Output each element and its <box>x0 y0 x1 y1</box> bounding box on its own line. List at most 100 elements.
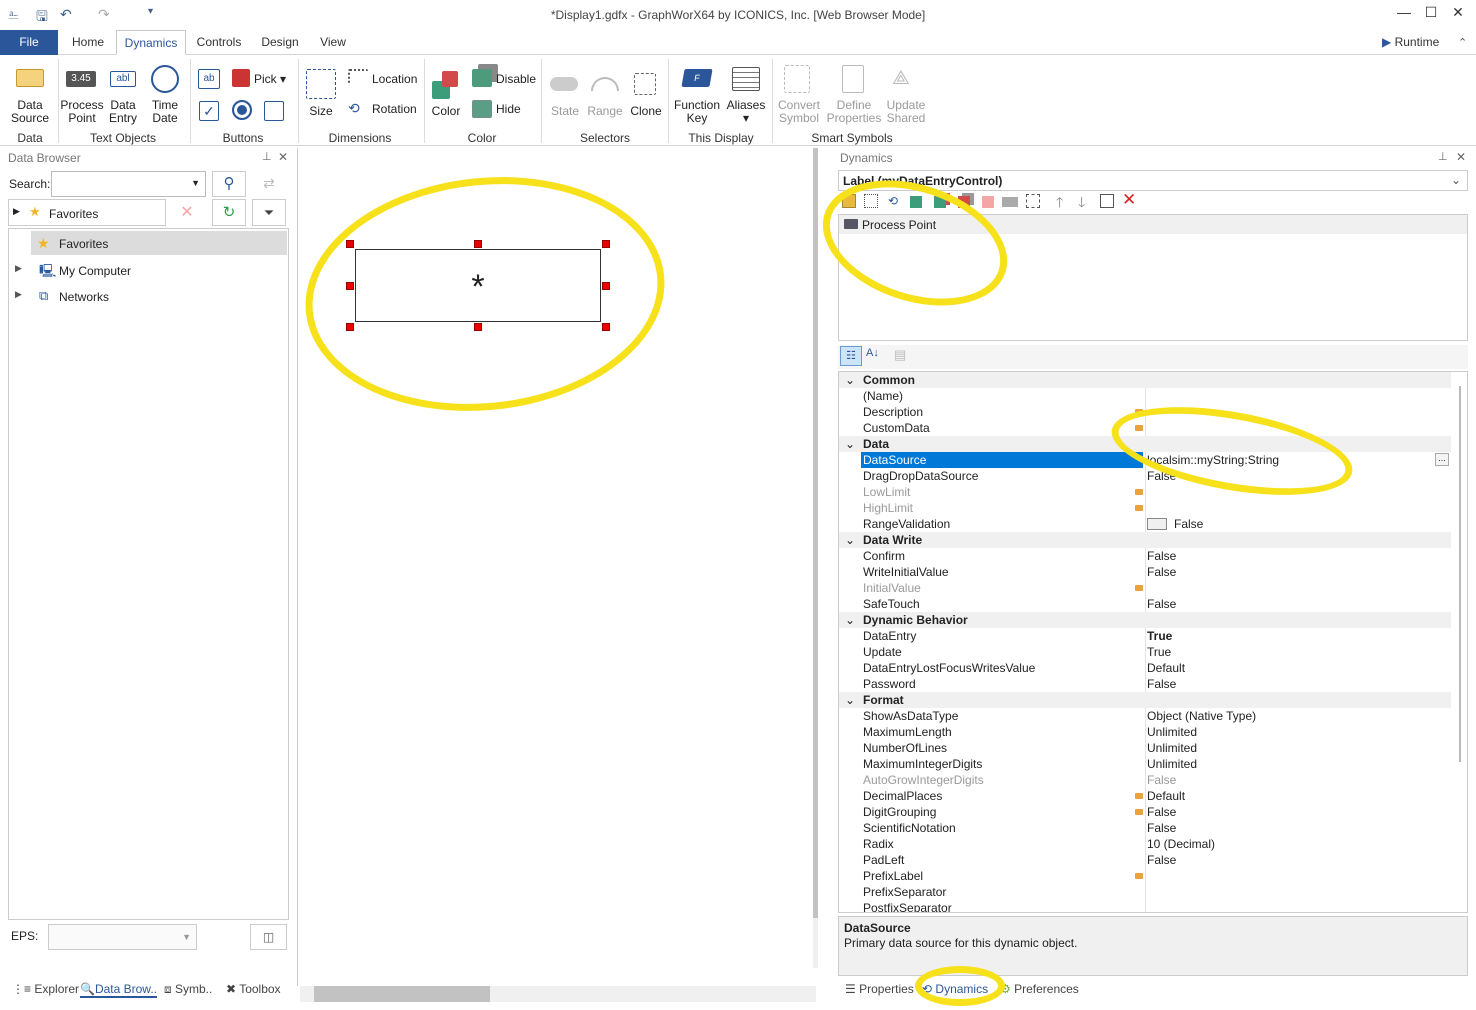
property-value[interactable]: True <box>1147 644 1171 660</box>
expand-icon[interactable]: ▶ <box>15 263 22 274</box>
collapse-icon[interactable]: ⌄ <box>845 532 855 548</box>
property-value[interactable]: Unlimited <box>1147 724 1197 740</box>
tab-design[interactable]: Design <box>254 30 306 55</box>
filter-icon[interactable]: ⏷ <box>252 199 286 226</box>
property-value[interactable]: Unlimited <box>1147 740 1197 756</box>
property-row[interactable]: AutoGrowIntegerDigits False <box>839 772 1451 788</box>
function-key-button[interactable]: Function Key <box>674 99 720 125</box>
tree-item-networks[interactable]: ▶ ⧉ Networks <box>13 285 283 307</box>
property-row[interactable]: HighLimit <box>839 500 1451 516</box>
property-row[interactable]: DataEntryLostFocusWritesValue Default <box>839 660 1451 676</box>
pin-icon[interactable]: ⊥ <box>1438 150 1448 163</box>
sync-icon[interactable]: ⇄ <box>252 171 286 197</box>
collapse-ribbon-icon[interactable]: ⌃ <box>1458 36 1467 49</box>
rotation-button[interactable]: Rotation <box>372 103 418 116</box>
data-source-button[interactable]: Data Source <box>6 99 54 125</box>
define-properties-button[interactable]: Define Properties <box>826 99 882 125</box>
property-row[interactable]: Confirm False <box>839 548 1451 564</box>
property-category[interactable]: ⌄ Common <box>839 372 1451 388</box>
property-value[interactable]: False <box>1147 548 1176 564</box>
property-row[interactable]: InitialValue <box>839 580 1451 596</box>
dynamic-marker-icon[interactable] <box>1135 793 1143 799</box>
move-up-icon[interactable]: 🡑 <box>1056 192 1063 216</box>
property-grid-scrollbar[interactable] <box>1459 386 1461 762</box>
delete-icon[interactable]: ✕ <box>170 199 204 226</box>
chevron-down-icon[interactable]: ▼ <box>191 178 200 188</box>
slider-icon[interactable] <box>264 101 284 121</box>
property-row[interactable]: RangeValidation False <box>839 516 1451 532</box>
property-value[interactable]: False <box>1174 516 1203 532</box>
tab-symbols[interactable]: ⧈ Symb.. <box>164 982 212 997</box>
copy-icon[interactable] <box>1100 194 1114 208</box>
tab-properties[interactable]: ☰ Properties <box>845 982 914 996</box>
tree-item-my-computer[interactable]: ▶ 🖳 My Computer <box>13 259 283 281</box>
close-icon[interactable]: ✕ <box>1448 4 1468 24</box>
tab-toolbox[interactable]: ✖ Toolbox <box>226 982 281 996</box>
collapse-icon[interactable]: ⌄ <box>845 372 855 388</box>
tab-preferences[interactable]: ⚙ Preferences <box>1000 982 1079 996</box>
property-row[interactable]: WriteInitialValue False <box>839 564 1451 580</box>
move-down-icon[interactable]: 🡓 <box>1078 192 1085 216</box>
pin-icon[interactable]: ⊥ <box>262 150 272 163</box>
vertical-scrollbar[interactable] <box>813 148 818 968</box>
tab-dynamics[interactable]: Dynamics <box>116 30 186 55</box>
pick-dynamic-icon[interactable] <box>982 196 994 208</box>
tab-home[interactable]: Home <box>64 30 112 55</box>
property-row[interactable]: PadLeft False <box>839 852 1451 868</box>
process-point-dynamic-icon[interactable] <box>1002 197 1018 207</box>
tab-file[interactable]: File <box>0 30 58 55</box>
dynamic-marker-icon[interactable] <box>1135 873 1143 879</box>
property-row[interactable]: DigitGrouping False <box>839 804 1451 820</box>
property-row[interactable]: NumberOfLines Unlimited <box>839 740 1451 756</box>
property-row[interactable]: Password False <box>839 676 1451 692</box>
minimize-icon[interactable]: — <box>1394 4 1414 24</box>
property-value[interactable]: Object (Native Type) <box>1147 708 1256 724</box>
property-value[interactable]: False <box>1147 852 1176 868</box>
convert-symbol-button[interactable]: Convert Symbol <box>774 99 824 125</box>
location-button[interactable]: Location <box>372 73 418 86</box>
state-button[interactable]: State <box>546 105 584 118</box>
property-row[interactable]: DecimalPlaces Default <box>839 788 1451 804</box>
property-value[interactable]: False <box>1147 596 1176 612</box>
property-row[interactable]: PrefixLabel <box>839 868 1451 884</box>
disable-button[interactable]: Disable <box>496 73 538 86</box>
property-row[interactable]: LowLimit <box>839 484 1451 500</box>
collapse-icon[interactable]: ⌄ <box>845 612 855 628</box>
property-row[interactable]: SafeTouch False <box>839 596 1451 612</box>
property-row[interactable]: DataEntry True <box>839 628 1451 644</box>
color-button[interactable]: Color <box>426 105 466 118</box>
runtime-button[interactable]: ▶ Runtime <box>1382 35 1439 49</box>
collapse-icon[interactable]: ⌄ <box>845 692 855 708</box>
clone-dynamic-icon[interactable] <box>1026 194 1040 208</box>
aliases-button[interactable]: Aliases ▾ <box>724 99 768 125</box>
size-button[interactable]: Size <box>302 105 340 118</box>
categorized-icon[interactable]: ☷ <box>840 346 862 366</box>
search-icon[interactable]: ⚲ <box>212 171 246 197</box>
checkbox-icon[interactable]: ✓ <box>199 101 219 121</box>
property-value[interactable]: Default <box>1147 660 1185 676</box>
tree-item-favorites[interactable]: ★ Favorites <box>31 231 287 255</box>
time-date-button[interactable]: Time Date <box>144 99 186 125</box>
panel-toggle-icon[interactable]: ◫ <box>250 924 287 950</box>
property-pages-icon[interactable]: ▤ <box>894 347 906 363</box>
property-row[interactable]: Update True <box>839 644 1451 660</box>
property-row[interactable]: DragDropDataSource False <box>839 468 1451 484</box>
property-row[interactable]: ScientificNotation False <box>839 820 1451 836</box>
refresh-icon[interactable]: ↻ <box>212 199 246 226</box>
property-value[interactable]: 10 (Decimal) <box>1147 836 1215 852</box>
property-row[interactable]: PostfixSeparator <box>839 900 1451 912</box>
property-row[interactable]: MaximumIntegerDigits Unlimited <box>839 756 1451 772</box>
property-value[interactable]: Default <box>1147 788 1185 804</box>
maximize-icon[interactable]: ☐ <box>1421 4 1441 24</box>
property-row[interactable]: PrefixSeparator <box>839 884 1451 900</box>
scrollbar-thumb[interactable] <box>314 986 490 1002</box>
tab-explorer[interactable]: ⋮≡ Explorer <box>12 982 79 996</box>
expand-icon[interactable]: ▶ <box>15 289 22 300</box>
display-canvas[interactable]: * <box>293 148 818 1002</box>
radio-icon[interactable] <box>232 100 252 120</box>
property-category[interactable]: ⌄ Format <box>839 692 1451 708</box>
tab-view[interactable]: View <box>312 30 354 55</box>
dynamic-marker-icon[interactable] <box>1135 489 1143 495</box>
dynamic-marker-icon[interactable] <box>1135 505 1143 511</box>
pick-button[interactable]: Pick ▾ <box>254 73 294 86</box>
